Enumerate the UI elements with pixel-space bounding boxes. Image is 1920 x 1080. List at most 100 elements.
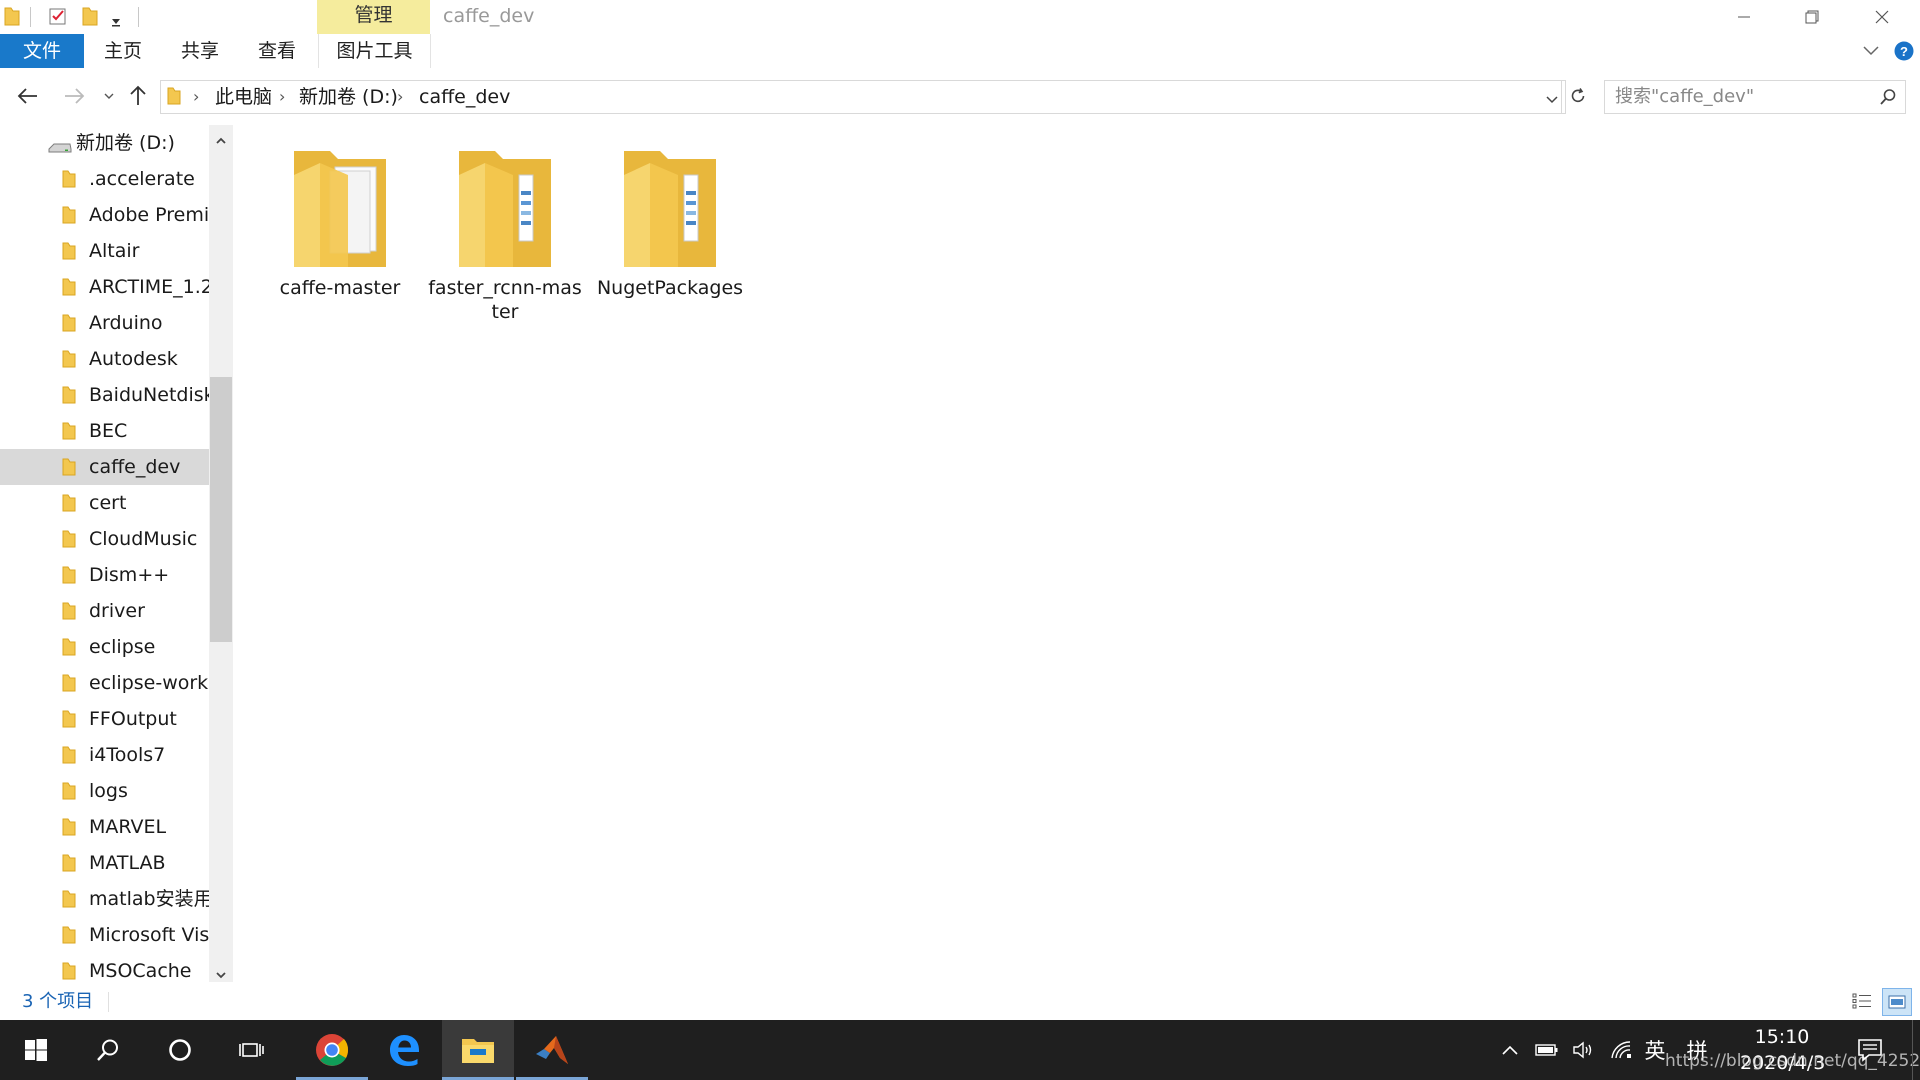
- tree-item-label: 新加卷 (D:): [76, 132, 175, 154]
- folder-icon: [62, 242, 76, 260]
- battery-tray-button[interactable]: [1532, 1020, 1562, 1080]
- tree-item[interactable]: FFOutput: [0, 701, 209, 737]
- tree-item[interactable]: matlab安装用i: [0, 881, 218, 917]
- breadcrumb-separator-icon[interactable]: ›: [397, 81, 403, 113]
- tree-item[interactable]: BaiduNetdiskI: [0, 377, 220, 413]
- tree-item[interactable]: driver: [0, 593, 209, 629]
- show-hidden-icons-button[interactable]: [1496, 1020, 1524, 1080]
- cortana-icon: [169, 1039, 191, 1061]
- tree-item[interactable]: Dism++: [0, 557, 209, 593]
- help-icon[interactable]: ?: [1894, 41, 1914, 65]
- tab-view[interactable]: 查看: [258, 34, 296, 68]
- tree-item[interactable]: eclipse-workp: [0, 665, 220, 701]
- cortana-button[interactable]: [144, 1020, 216, 1080]
- properties-icon[interactable]: [48, 6, 68, 30]
- recent-locations-button[interactable]: [95, 82, 123, 110]
- ime-language-button[interactable]: 英: [1640, 1020, 1670, 1080]
- breadcrumb-separator-icon[interactable]: ›: [279, 81, 285, 113]
- scroll-up-icon[interactable]: [215, 131, 227, 150]
- tree-item[interactable]: CloudMusic: [0, 521, 209, 557]
- clock-time[interactable]: 15:10: [1740, 1026, 1824, 1048]
- breadcrumb-current-folder[interactable]: caffe_dev: [419, 81, 510, 113]
- task-view-button[interactable]: [216, 1020, 288, 1080]
- details-view-button[interactable]: [1848, 988, 1876, 1014]
- folder-item[interactable]: NugetPackages: [590, 145, 750, 305]
- tree-item[interactable]: caffe_dev: [0, 449, 209, 485]
- tree-item[interactable]: eclipse: [0, 629, 209, 665]
- tree-item[interactable]: logs: [0, 773, 209, 809]
- tree-item[interactable]: Arduino: [0, 305, 209, 341]
- folder-icon: [62, 710, 76, 728]
- address-history-dropdown-icon[interactable]: [1545, 91, 1559, 110]
- customize-toolbar-icon[interactable]: [110, 12, 122, 31]
- file-list-pane[interactable]: caffe-master faster_rcnn-master NugetPacka…: [235, 125, 1920, 982]
- network-tray-button[interactable]: [1606, 1020, 1636, 1080]
- folder-icon: [62, 314, 76, 332]
- nav-pane-scrollbar[interactable]: [209, 125, 233, 982]
- refresh-icon[interactable]: [1569, 87, 1587, 109]
- taskbar-app-chrome[interactable]: [296, 1020, 368, 1080]
- tree-item[interactable]: Altair: [0, 233, 209, 269]
- volume-tray-button[interactable]: [1568, 1020, 1598, 1080]
- restore-icon: [1805, 10, 1819, 24]
- minimize-button[interactable]: [1710, 0, 1778, 34]
- close-button[interactable]: [1848, 0, 1916, 34]
- expand-ribbon-icon[interactable]: [1862, 43, 1880, 62]
- action-center-button[interactable]: [1850, 1020, 1890, 1080]
- folder-icon: [62, 782, 76, 800]
- tree-item[interactable]: Autodesk: [0, 341, 209, 377]
- tab-home[interactable]: 主页: [104, 34, 142, 68]
- tab-picture-tools[interactable]: 图片工具: [318, 34, 431, 69]
- chevron-up-icon: [1502, 1045, 1518, 1055]
- breadcrumb-separator-icon[interactable]: ›: [193, 81, 199, 113]
- tab-manage[interactable]: 管理: [317, 0, 430, 34]
- taskbar-app-matlab[interactable]: [516, 1020, 588, 1080]
- tree-item[interactable]: BEC: [0, 413, 209, 449]
- tree-item[interactable]: .accelerate: [0, 161, 209, 197]
- taskbar-app-edge[interactable]: [368, 1020, 440, 1080]
- folder-icon: [62, 422, 76, 440]
- tree-item[interactable]: cert: [0, 485, 209, 521]
- tree-item[interactable]: Microsoft Visu: [0, 917, 221, 953]
- tree-item[interactable]: i4Tools7: [0, 737, 209, 773]
- window-title: caffe_dev: [443, 5, 535, 27]
- folder-item[interactable]: faster_rcnn-master: [425, 145, 585, 323]
- tab-file[interactable]: 文件: [0, 34, 84, 68]
- taskbar-app-file-explorer[interactable]: [442, 1020, 514, 1080]
- breadcrumb-this-pc[interactable]: 此电脑: [215, 81, 272, 113]
- forward-button[interactable]: [60, 82, 88, 110]
- tab-share[interactable]: 共享: [181, 34, 219, 68]
- tree-item-drive[interactable]: 新加卷 (D:): [0, 125, 209, 161]
- search-icon[interactable]: [1879, 88, 1897, 110]
- scroll-thumb[interactable]: [210, 377, 232, 642]
- wifi-icon: [1611, 1041, 1631, 1059]
- task-view-icon: [239, 1043, 264, 1057]
- ribbon-tab-bar: 文件 主页 共享 查看 图片工具 ?: [0, 34, 1920, 69]
- svg-text:?: ?: [1900, 44, 1908, 59]
- back-button[interactable]: [14, 82, 42, 110]
- tree-item[interactable]: ARCTIME_1.2_: [0, 269, 222, 305]
- tree-item-label: matlab安装用i: [89, 888, 218, 910]
- show-desktop-button[interactable]: [1912, 1020, 1920, 1080]
- folder-with-documents-icon: [459, 151, 551, 267]
- new-folder-icon[interactable]: [82, 6, 98, 30]
- address-bar[interactable]: › 此电脑 › 新加卷 (D:) › caffe_dev: [160, 80, 1585, 114]
- search-input[interactable]: 搜索"caffe_dev": [1604, 80, 1906, 114]
- large-icons-view-button[interactable]: [1882, 988, 1912, 1016]
- folder-icon: [62, 386, 76, 404]
- tree-item[interactable]: MATLAB: [0, 845, 209, 881]
- battery-icon: [1535, 1044, 1558, 1056]
- title-bar: 管理 caffe_dev: [0, 0, 1920, 34]
- start-button[interactable]: [0, 1020, 72, 1080]
- tree-item[interactable]: Adobe Premie: [0, 197, 221, 233]
- divider: [1561, 81, 1562, 113]
- taskbar-search-button[interactable]: [72, 1020, 144, 1080]
- breadcrumb-drive[interactable]: 新加卷 (D:): [299, 81, 398, 113]
- tree-item[interactable]: MSOCache: [0, 953, 209, 982]
- windows-start-icon: [25, 1039, 47, 1061]
- folder-item[interactable]: caffe-master: [260, 145, 420, 305]
- up-button[interactable]: [124, 82, 152, 110]
- tree-item[interactable]: MARVEL: [0, 809, 209, 845]
- ime-mode-button[interactable]: 拼: [1682, 1020, 1712, 1080]
- restore-button[interactable]: [1778, 0, 1846, 34]
